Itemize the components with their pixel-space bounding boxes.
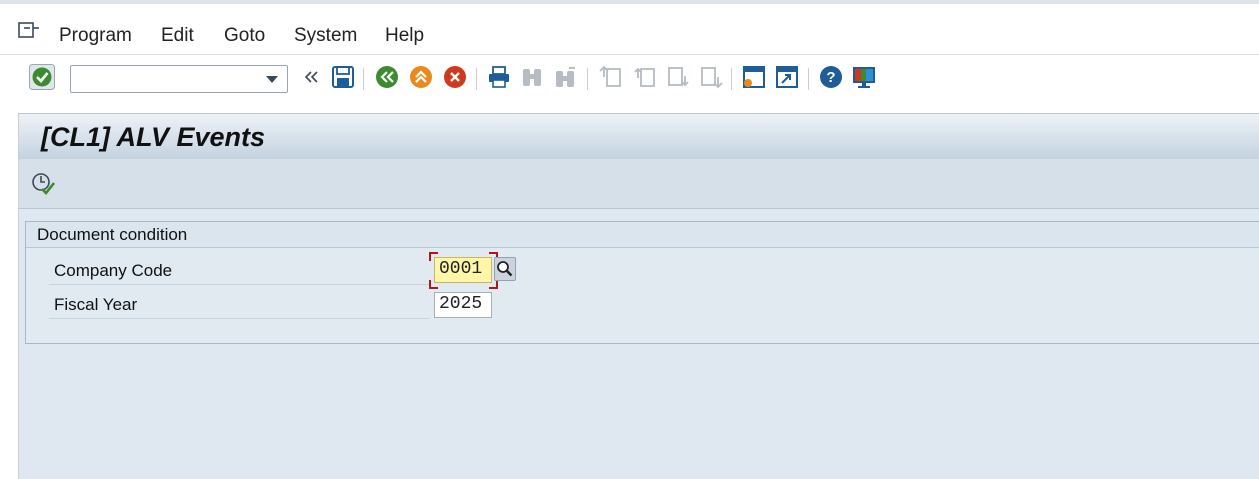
menu-icon[interactable] [18,22,40,40]
group-header: Document condition [26,222,1259,248]
document-condition-group: Document condition Company Code 0001 Fis… [25,221,1259,344]
toolbar-separator [363,68,364,90]
standard-toolbar: ? [0,56,1259,102]
page-title: [CL1] ALV Events [41,122,266,152]
menu-edit[interactable]: Edit [161,25,194,47]
find-icon[interactable] [519,64,545,90]
last-page-icon[interactable] [698,64,724,90]
print-icon[interactable] [486,64,512,90]
search-icon [497,261,513,277]
command-field[interactable] [70,65,288,93]
group-title: Document condition [37,225,188,244]
help-icon[interactable]: ? [818,64,844,90]
menu-help[interactable]: Help [385,25,424,47]
focus-corner [429,280,438,289]
menu-bar: Program Edit Goto System Help [0,0,1259,55]
execute-icon[interactable] [31,171,55,195]
application-toolbar [19,159,1259,209]
menu-program[interactable]: Program [59,25,132,47]
exit-icon[interactable] [408,64,434,90]
focus-corner [429,252,438,261]
shortcut-icon[interactable] [774,64,800,90]
toolbar-separator [476,68,477,90]
fiscal-year-field[interactable]: 2025 [434,292,492,318]
command-input[interactable] [75,67,259,93]
customize-layout-icon[interactable] [851,64,877,90]
save-icon[interactable] [330,64,356,90]
toolbar-separator [808,68,809,90]
chevron-down-icon[interactable] [266,76,278,83]
cancel-icon[interactable] [442,64,468,90]
main-content: [CL1] ALV Events Document condition Comp… [18,113,1259,479]
fiscal-year-label: Fiscal Year [49,286,429,319]
toolbar-separator [587,68,588,90]
find-next-icon[interactable] [553,64,579,90]
menu-system[interactable]: System [294,25,357,47]
next-page-icon[interactable] [665,64,691,90]
company-code-field[interactable]: 0001 [434,257,492,283]
enter-icon[interactable] [29,64,55,90]
first-page-icon[interactable] [598,64,624,90]
search-help-button[interactable] [494,257,516,281]
toolbar-separator [731,68,732,90]
company-code-label: Company Code [49,252,429,285]
previous-page-icon[interactable] [632,64,658,90]
title-bar: [CL1] ALV Events [19,113,1259,160]
back-icon[interactable] [374,64,400,90]
create-session-icon[interactable] [741,64,767,90]
svg-text:?: ? [826,69,835,86]
menu-goto[interactable]: Goto [224,25,265,47]
collapse-icon[interactable] [300,64,326,90]
